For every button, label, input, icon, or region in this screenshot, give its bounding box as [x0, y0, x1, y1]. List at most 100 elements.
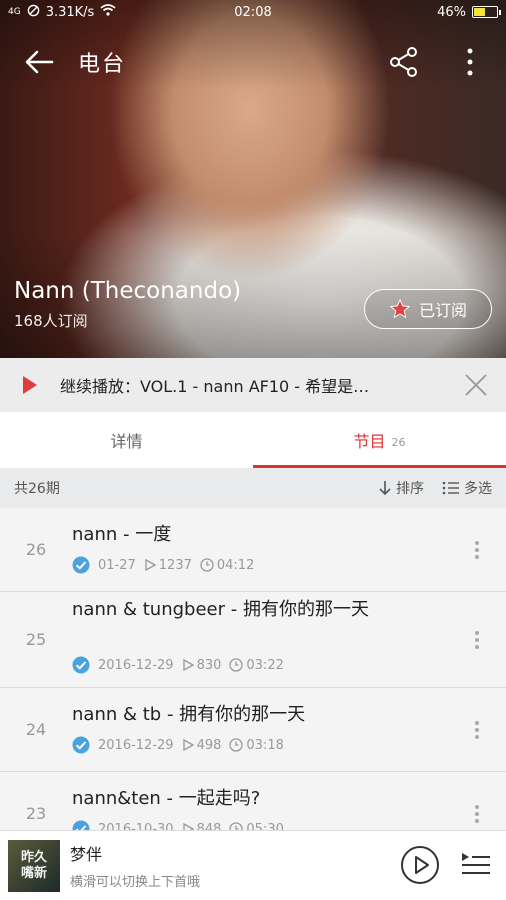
sort-label: 排序 [396, 481, 424, 497]
page-title: 电台 [78, 52, 127, 77]
album-cover[interactable]: 昨久 嘴新 [8, 839, 60, 892]
episode-list: 26 nann - 一度 01-27 1237 04:12 25 nann & … [0, 508, 506, 830]
arrow-down-icon [379, 481, 391, 496]
more-vertical-icon [467, 48, 473, 76]
subscribe-label: 已订阅 [418, 301, 467, 320]
network-label: 4G [8, 7, 21, 17]
duration: 03:22 [229, 658, 284, 673]
play-count: 830 [182, 658, 221, 673]
resume-play-button[interactable] [0, 375, 60, 395]
episode-title: nann & tungbeer - 拥有你的那一天 [72, 599, 369, 620]
play-triangle-icon [23, 376, 37, 394]
episode-date: 2016-12-29 [98, 737, 174, 753]
play-count-value: 498 [196, 737, 222, 753]
mini-player[interactable]: 昨久 嘴新 梦伴 横滑可以切换上下首哦 [0, 830, 506, 900]
tab-episodes[interactable]: 节目 26 [253, 412, 506, 468]
episode-row[interactable]: 26 nann - 一度 01-27 1237 04:12 [0, 508, 506, 592]
check-circle-icon [72, 736, 90, 754]
tab-bar: 详情 节目 26 [0, 412, 506, 468]
battery-fill [474, 8, 486, 16]
playlist-button[interactable] [460, 851, 492, 883]
play-count-icon [182, 659, 194, 671]
check-circle-icon [72, 656, 90, 674]
episode-total: 共26期 [14, 481, 60, 497]
more-vertical-icon [475, 631, 479, 649]
duration: 04:12 [200, 558, 254, 573]
top-bar: 电台 [0, 30, 506, 94]
tab-details-label: 详情 [110, 432, 143, 451]
tab-episodes-label: 节目 [353, 432, 386, 451]
player-title: 梦伴 [70, 845, 103, 864]
sort-button[interactable]: 排序 [378, 478, 424, 498]
check-circle-icon [72, 820, 90, 830]
duration-value: 03:18 [246, 737, 284, 753]
list-header: 共26期 排序 多选 [0, 468, 506, 508]
episode-meta: 2016-12-29 498 03:18 [72, 736, 284, 754]
star-icon [389, 298, 411, 319]
check-circle-icon [72, 556, 90, 574]
battery-icon [472, 6, 501, 18]
status-bar: 4G 3.31K/s 02:08 46% [0, 0, 506, 24]
episode-date: 2016-10-30 [98, 821, 174, 831]
episode-title: nann&ten - 一起走吗? [72, 788, 261, 809]
episode-number: 23 [25, 804, 47, 823]
player-info: 梦伴 横滑可以切换上下首哦 [70, 841, 200, 890]
episode-title: nann & tb - 拥有你的那一天 [72, 704, 306, 725]
episode-row[interactable]: 23 nann&ten - 一起走吗? 2016-10-30 848 05:30 [0, 772, 506, 830]
subscriber-count: 168人订阅 [14, 312, 88, 330]
play-count: 1237 [144, 558, 192, 573]
clock-icon [229, 658, 244, 672]
episode-row[interactable]: 25 nann & tungbeer - 拥有你的那一天 2016-12-29 … [0, 592, 506, 688]
more-button[interactable] [452, 44, 488, 80]
episode-more-button[interactable] [470, 630, 484, 654]
play-circle-icon [401, 846, 439, 884]
episode-number: 25 [25, 630, 47, 649]
close-resume-button[interactable] [464, 373, 488, 401]
resume-bar[interactable]: 继续播放：VOL.1 - nann AF10 - 希望是… [0, 358, 506, 412]
duration: 03:18 [229, 737, 284, 753]
multi-select-button[interactable]: 多选 [442, 478, 492, 498]
arrow-left-icon [25, 50, 54, 74]
episode-row[interactable]: 24 nann & tb - 拥有你的那一天 2016-12-29 498 03… [0, 688, 506, 772]
share-icon [390, 47, 417, 77]
episode-number: 24 [25, 720, 47, 739]
tab-episodes-count: 26 [391, 435, 406, 449]
episode-number: 26 [25, 540, 47, 559]
network-speed: 3.31K/s [45, 4, 95, 20]
play-count-value: 1237 [158, 557, 192, 573]
tab-details[interactable]: 详情 [0, 412, 253, 468]
clock: 02:08 [234, 4, 272, 20]
clock-icon [229, 822, 244, 830]
playlist-icon [462, 853, 490, 874]
list-icon [442, 481, 459, 495]
episode-more-button[interactable] [470, 720, 484, 744]
back-button[interactable] [0, 30, 78, 94]
player-hint: 横滑可以切换上下首哦 [70, 875, 201, 890]
no-sim-icon [27, 4, 40, 21]
more-vertical-icon [475, 721, 479, 739]
duration: 05:30 [229, 822, 284, 830]
play-count: 848 [182, 821, 222, 831]
share-button[interactable] [386, 44, 422, 80]
play-count-value: 848 [196, 821, 222, 831]
album-cover-text: 昨久 嘴新 [20, 849, 47, 881]
duration-value: 04:12 [216, 557, 255, 573]
episode-meta: 2016-12-29 830 03:22 [72, 656, 284, 674]
play-count: 498 [182, 737, 222, 753]
close-icon [465, 374, 487, 396]
episode-meta: 2016-10-30 848 05:30 [72, 820, 284, 830]
more-vertical-icon [475, 541, 479, 559]
player-play-button[interactable] [400, 845, 440, 889]
multi-select-label: 多选 [464, 481, 492, 497]
episode-more-button[interactable] [470, 804, 484, 828]
episode-date: 01-27 [98, 557, 136, 573]
subscribe-button[interactable]: 已订阅 [364, 289, 492, 329]
episode-more-button[interactable] [470, 540, 484, 564]
podcast-name: Nann (Theconando) [14, 278, 242, 304]
play-count-icon [145, 559, 156, 571]
play-count-icon [182, 823, 194, 830]
episode-title: nann - 一度 [72, 524, 172, 545]
resume-text: 继续播放：VOL.1 - nann AF10 - 希望是… [60, 377, 370, 396]
episode-meta: 01-27 1237 04:12 [72, 556, 254, 574]
battery-percent: 46% [437, 4, 466, 20]
